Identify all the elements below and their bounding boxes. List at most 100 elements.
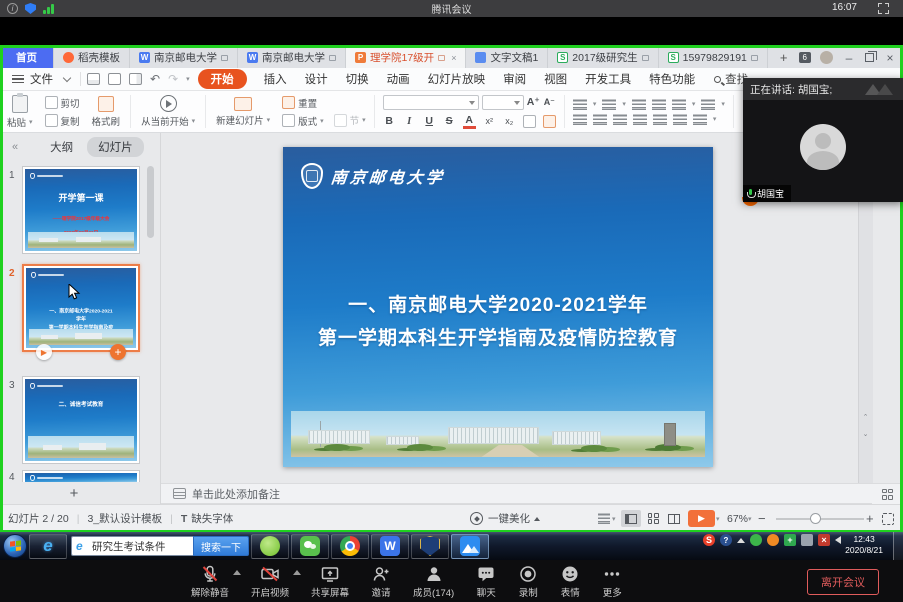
chat-button[interactable]: 聊天 [476,564,496,599]
help-icon[interactable]: ? [720,534,732,546]
previous-slide-button[interactable]: ⌃ [860,415,871,425]
layout-button[interactable]: 版式▾ [282,114,324,128]
show-desktop-button[interactable] [893,532,903,560]
menu-devtools[interactable]: 开发工具 [585,71,631,87]
slide-thumbnail-4[interactable] [22,470,140,482]
video-options-caret[interactable] [293,570,301,575]
taskbar-wps-button[interactable]: W [371,534,409,559]
emoji-button[interactable]: 表情 [560,564,580,599]
sorter-view-button[interactable] [643,510,663,527]
start-video-button[interactable]: 开启视频 [251,564,289,599]
line-spacing-icon[interactable] [701,99,715,110]
collapse-sidebar-icon[interactable]: « [12,141,18,153]
fit-to-window-icon[interactable] [882,513,894,525]
strike-button[interactable]: S [443,115,456,127]
add-slide-quick-button[interactable]: + [110,344,126,360]
beautify-button[interactable]: 一键美化 [470,511,540,526]
notification-badge[interactable]: 6 [799,52,811,63]
tab-text-doc[interactable]: 文字文稿1 [466,47,548,68]
hamburger-icon[interactable] [12,75,24,83]
slide-canvas[interactable]: 南京邮电大学 一、南京邮电大学2020-2021学年 第一学期本科生开学指南及疫… [283,147,713,467]
new-slide-button[interactable]: 新建幻灯片▾ [209,91,277,132]
menu-insert[interactable]: 插入 [264,71,287,87]
copy-button[interactable]: 复制 [45,114,80,128]
tab-sheet-number[interactable]: S 15979829191 [659,47,768,68]
new-tab-button[interactable]: + [768,47,800,68]
taskbar-clock[interactable]: 12:43 2020/8/21 [845,534,883,557]
format-painter-button[interactable]: 格式刷 [85,91,128,132]
tray-expand-icon[interactable] [737,538,745,543]
sogou-icon[interactable]: S [703,534,715,546]
preview-icon[interactable] [129,73,142,85]
speaker-icon[interactable] [835,536,841,544]
zoom-out-button[interactable]: − [758,511,766,526]
sidebar-scrollbar[interactable] [147,166,154,238]
menu-special[interactable]: 特色功能 [649,71,695,87]
tab-doc-njupt-1[interactable]: W 南京邮电大学 [130,47,238,68]
text-effect-icon[interactable] [543,115,556,128]
grid-view-corner-button[interactable] [872,483,903,504]
menu-design[interactable]: 设计 [305,71,328,87]
zoom-slider[interactable] [776,518,864,520]
font-size-select[interactable] [482,95,524,110]
align-center-icon[interactable] [593,114,607,125]
bold-button[interactable]: B [383,115,396,127]
restore-button[interactable] [865,53,874,62]
minimize-button[interactable]: – [842,51,856,65]
taskbar-meeting-button[interactable] [451,534,489,559]
flag-alert-icon[interactable]: × [818,534,830,546]
columns-icon[interactable] [673,114,687,125]
template-name[interactable]: 3_默认设计模板 [87,511,162,526]
slideshow-caret-icon[interactable]: ▾ [716,515,720,523]
paste-button[interactable]: 粘贴▾ [0,91,40,132]
file-menu[interactable]: 文件 [30,71,53,87]
underline-button[interactable]: U [423,115,436,127]
numbering-icon[interactable] [602,99,616,110]
slide-thumbnail-3[interactable]: 二、诚信考试教育 [22,376,140,464]
taskbar-chrome-button[interactable] [331,534,369,559]
tab-sheet-2017[interactable]: S 2017级研究生 [548,47,658,68]
unmute-button[interactable]: 解除静音 [191,564,229,599]
taskbar-crest-button[interactable] [411,534,449,559]
tab-doc-njupt-2[interactable]: W 南京邮电大学 [238,47,346,68]
print-icon[interactable] [108,73,121,85]
taskbar-360-button[interactable] [251,534,289,559]
zoom-in-button[interactable]: + [866,511,874,526]
menu-view[interactable]: 视图 [544,71,567,87]
align-left-icon[interactable] [573,114,587,125]
next-slide-button[interactable]: ⌄ [860,432,871,442]
missing-font-label[interactable]: 缺失字体 [191,511,233,526]
save-icon[interactable] [87,73,100,85]
printer-icon[interactable] [801,534,813,546]
fullscreen-toggle-icon[interactable] [878,3,889,14]
search-go-button[interactable]: 搜索一下 [193,536,249,556]
tray-plus-icon[interactable]: + [784,534,796,546]
menu-home[interactable]: 开始 [198,69,247,89]
meeting-video-panel[interactable]: 正在讲话: 胡国宝; 胡国宝 [743,78,903,202]
search-input[interactable] [71,536,193,556]
tab-ppt-current[interactable]: P 理学院17级开 × [346,47,466,68]
notes-bar[interactable]: 单击此处添加备注 [161,483,872,504]
font-name-select[interactable] [383,95,479,110]
distribute-icon[interactable] [653,114,667,125]
quickbar-caret-icon[interactable]: ▾ [186,75,190,83]
reading-view-button[interactable] [664,510,684,527]
play-slide-button[interactable]: ▶ [36,344,52,360]
menu-slideshow[interactable]: 幻灯片放映 [428,71,486,87]
close-window-button[interactable]: × [883,51,897,65]
slideshow-button[interactable]: ▶ [688,510,715,527]
outdent-icon[interactable] [632,99,646,110]
menu-review[interactable]: 审阅 [503,71,526,87]
tray-orange-icon[interactable] [767,534,779,546]
add-slide-button[interactable]: + [64,487,84,503]
tray-green-icon[interactable] [750,534,762,546]
members-button[interactable]: 成员(174) [413,564,454,599]
bullets-icon[interactable] [573,99,587,110]
decrease-font-button[interactable]: A⁻ [543,97,556,108]
indent-icon[interactable] [652,99,666,110]
clear-format-icon[interactable] [523,115,536,128]
justify-icon[interactable] [633,114,647,125]
tab-wps-home[interactable]: 首页 [0,47,54,68]
menu-transition[interactable]: 切换 [346,71,369,87]
italic-button[interactable]: I [403,116,416,127]
